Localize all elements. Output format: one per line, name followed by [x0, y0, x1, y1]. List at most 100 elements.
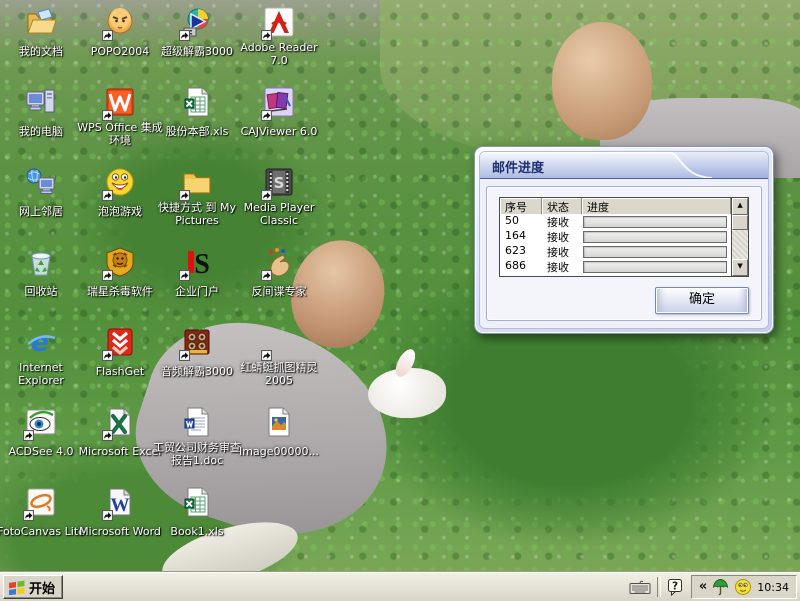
desktop: 我的文档我的电脑网上邻居回收站 eInternet Explorer ACDSee …	[0, 0, 800, 572]
desktop-icon-my-documents[interactable]: 我的文档	[0, 6, 82, 59]
start-label: 开始	[29, 578, 55, 597]
table-main: 序号状态进度 50接收164接收623接收686接收接收	[500, 198, 731, 276]
desktop-icon-adobe-reader[interactable]: Adobe Reader 7.0	[238, 6, 320, 68]
mail-row[interactable]: 50接收	[500, 214, 731, 229]
icon-label: ACDSee 4.0	[0, 445, 86, 458]
dialog-group-panel: 序号状态进度 50接收164接收623接收686接收接收 ▲ ▼ 确定	[486, 186, 762, 321]
desktop-icon-fotocanvas[interactable]: FotoCanvas Lite	[0, 486, 82, 539]
mail-row[interactable]: 接收	[500, 274, 731, 276]
icon-label: 我的文档	[0, 45, 86, 58]
taskbar: 开始 ? « 10:34	[0, 572, 800, 601]
column-header-2[interactable]: 状态	[542, 198, 582, 214]
screen: 我的文档我的电脑网上邻居回收站 eInternet Explorer ACDSee …	[0, 0, 800, 600]
icon-label: 快捷方式 到 My Pictures	[152, 201, 242, 227]
icon-label: 红蜻蜓抓图精灵2005	[234, 361, 324, 387]
image-file-icon	[262, 406, 296, 440]
dialog-titlebar[interactable]: 邮件进度	[480, 152, 768, 179]
start-button[interactable]: 开始	[3, 575, 63, 599]
desktop-icon-xls-file[interactable]: 股份本部.xls	[156, 86, 238, 139]
scroll-down-icon[interactable]: ▼	[732, 259, 748, 276]
rising-antivirus-icon	[103, 246, 137, 280]
scrollbar-track[interactable]	[732, 230, 748, 259]
mail-progress-cell	[582, 244, 731, 259]
desktop-icon-my-pictures-shortcut[interactable]: 快捷方式 到 My Pictures	[156, 166, 238, 228]
desktop-icon-ms-excel[interactable]: Microsoft Excel	[79, 406, 161, 459]
icon-label: 网上邻居	[0, 205, 86, 218]
desktop-icon-super-player[interactable]: 超级解霸3000	[156, 6, 238, 59]
mail-progress-dialog: 邮件进度 序号状态进度 50接收164接收623接收686接收接收 ▲	[474, 146, 774, 334]
help-bubble-icon[interactable]: ?	[667, 578, 684, 596]
icon-label: Adobe Reader 7.0	[234, 41, 324, 67]
svg-text:W: W	[111, 495, 130, 516]
dialog-title: 邮件进度	[492, 157, 544, 176]
ms-word-icon: W	[103, 486, 137, 520]
mail-row[interactable]: 164接收	[500, 229, 731, 244]
mail-row[interactable]: 623接收	[500, 244, 731, 259]
desktop-icon-enterprise-portal[interactable]: S企业门户	[156, 246, 238, 299]
icon-label: Image00000...	[234, 445, 324, 458]
flashget-icon	[103, 326, 137, 360]
desktop-icon-my-computer[interactable]: 我的电脑	[0, 86, 82, 139]
book1-xls-icon	[180, 486, 214, 520]
rising-umbrella-icon[interactable]	[712, 578, 729, 596]
desktop-icon-network-places[interactable]: 网上邻居	[0, 166, 82, 219]
antispy-expert-icon	[262, 246, 296, 280]
svg-text:?: ?	[672, 581, 678, 593]
progress-bar	[583, 261, 727, 273]
desktop-icon-flashget[interactable]: FlashGet	[79, 326, 161, 379]
mail-seq: 164	[500, 229, 542, 244]
dialog-frame: 邮件进度 序号状态进度 50接收164接收623接收686接收接收 ▲	[479, 151, 769, 329]
icon-label: 我的电脑	[0, 125, 86, 138]
mail-progress-cell	[582, 274, 731, 276]
ok-button[interactable]: 确定	[655, 287, 749, 314]
mail-progress-cell	[582, 259, 731, 274]
mail-progress-cell	[582, 214, 731, 229]
desktop-icon-book1-xls[interactable]: Book1.xls	[156, 486, 238, 539]
desktop-icon-wps-office[interactable]: WPS Office 集成环境	[79, 86, 161, 148]
desktop-icon-acdsee[interactable]: ACDSee 4.0	[0, 406, 82, 459]
desktop-icon-antispy-expert[interactable]: 反间谍专家	[238, 246, 320, 299]
my-documents-icon	[24, 6, 58, 40]
xls-file-icon	[180, 86, 214, 120]
adobe-reader-icon	[262, 6, 296, 40]
desktop-icon-media-player-classic[interactable]: SMedia Player Classic	[238, 166, 320, 228]
input-keyboard-icon[interactable]	[629, 579, 651, 595]
collapse-chevron-icon[interactable]: «	[699, 577, 707, 597]
desktop-icon-rising-antivirus[interactable]: 瑞星杀毒软件	[79, 246, 161, 299]
progress-bar	[583, 276, 727, 277]
dialog-body: 序号状态进度 50接收164接收623接收686接收接收 ▲ ▼ 确定	[480, 179, 768, 328]
desktop-icon-image-file[interactable]: Image00000...	[238, 406, 320, 459]
desktop-icon-popo2004[interactable]: POPO2004	[79, 6, 161, 59]
super-player-icon	[180, 6, 214, 40]
svg-text:S: S	[274, 174, 285, 192]
desktop-icon-ms-word[interactable]: WMicrosoft Word	[79, 486, 161, 539]
icon-label: FotoCanvas Lite	[0, 525, 86, 538]
icon-label: 工贸公司财务审查报告1.doc	[152, 441, 242, 467]
scroll-up-icon[interactable]: ▲	[732, 198, 748, 215]
scrollbar-thumb[interactable]	[732, 215, 748, 230]
icon-label: 音频解霸3000	[152, 365, 242, 378]
progress-bar	[583, 231, 727, 243]
desktop-icon-recycle-bin[interactable]: 回收站	[0, 246, 82, 299]
windows-flag-icon	[8, 579, 26, 595]
popo-smiley-icon[interactable]	[734, 578, 752, 596]
icon-label: 回收站	[0, 285, 86, 298]
desktop-icon-red-dragonfly-capture[interactable]: 红蜻蜓抓图精灵2005	[238, 326, 320, 388]
clock[interactable]: 10:34	[757, 581, 789, 594]
mail-row[interactable]: 686接收	[500, 259, 731, 274]
desktop-icon-doc-file[interactable]: 工贸公司财务审查报告1.doc	[156, 406, 238, 468]
ms-excel-icon	[103, 406, 137, 440]
desktop-icon-popo-game[interactable]: 泡泡游戏	[79, 166, 161, 219]
icon-label: 超级解霸3000	[152, 45, 242, 58]
audio-player-icon	[180, 326, 214, 360]
desktop-icon-audio-player[interactable]: 音频解霸3000	[156, 326, 238, 379]
icon-label: Media Player Classic	[234, 201, 324, 227]
table-body: 50接收164接收623接收686接收接收	[500, 214, 731, 276]
table-scrollbar[interactable]: ▲ ▼	[731, 198, 748, 276]
popo2004-icon	[103, 6, 137, 40]
doc-file-icon	[180, 406, 214, 440]
column-header-3[interactable]: 进度	[582, 198, 731, 214]
column-header-1[interactable]: 序号	[500, 198, 542, 214]
desktop-icon-cajviewer[interactable]: CAJViewer 6.0	[238, 86, 320, 139]
desktop-icon-internet-explorer[interactable]: eInternet Explorer	[0, 326, 82, 388]
